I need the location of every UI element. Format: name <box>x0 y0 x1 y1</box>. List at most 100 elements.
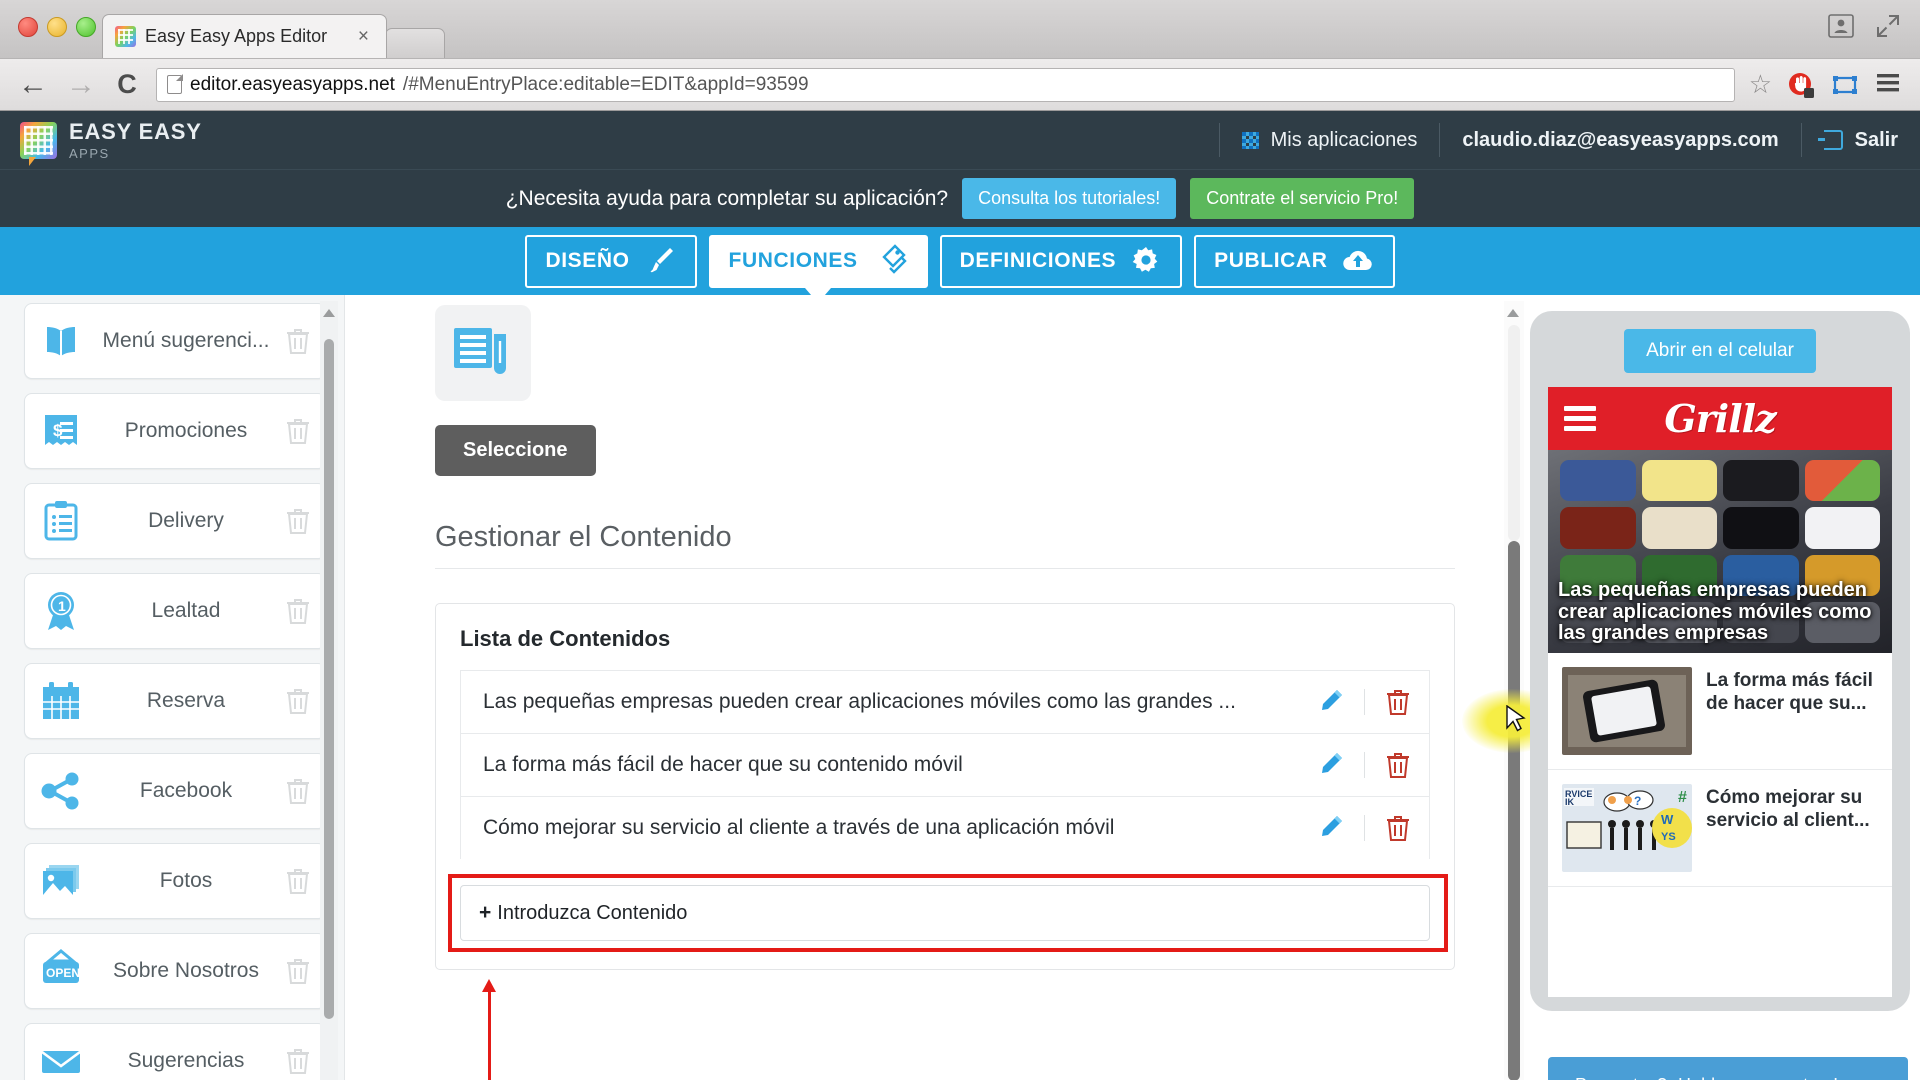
main-scroll-thumb[interactable] <box>1508 541 1520 1080</box>
easyeasy-logo-icon <box>20 121 57 166</box>
photos-icon <box>35 855 87 907</box>
back-button[interactable]: ← <box>16 69 50 100</box>
adblock-icon[interactable] <box>1786 70 1816 100</box>
tutorials-button[interactable]: Consulta los tutoriales! <box>962 178 1177 219</box>
delete-icon[interactable] <box>285 417 311 445</box>
tab-title: Easy Easy Apps Editor <box>145 26 328 46</box>
edit-icon[interactable] <box>1316 751 1344 779</box>
browser-tab[interactable]: Easy Easy Apps Editor × <box>102 14 387 58</box>
tab-funciones[interactable]: FUNCIONES <box>708 234 928 288</box>
sidebar-item-lealtad[interactable]: 1 Lealtad <box>24 573 326 649</box>
address-bar[interactable]: editor.easyeasyapps.net /#MenuEntryPlace:… <box>156 67 1735 102</box>
forward-button[interactable]: → <box>64 69 98 100</box>
sidebar-item-label: Fotos <box>159 869 213 892</box>
tab-publicar[interactable]: PUBLICAR <box>1194 234 1396 288</box>
main-tab-nav: DISEÑO FUNCIONES DEFINICIONES PUBLICAR <box>0 227 1920 295</box>
logo-subtitle: APPS <box>69 146 110 161</box>
brush-icon <box>644 245 676 277</box>
delete-icon[interactable] <box>285 507 311 535</box>
sidebar-item-fotos[interactable]: Fotos <box>24 843 326 919</box>
sidebar-item-label: Reserva <box>146 689 226 712</box>
sidebar-scrollbar[interactable] <box>320 301 338 1080</box>
my-applications-link[interactable]: Mis aplicaciones <box>1220 111 1440 169</box>
main-scrollbar[interactable] <box>1462 301 1530 1080</box>
window-controls[interactable] <box>1828 14 1902 38</box>
award-ribbon-icon: 1 <box>35 585 87 637</box>
ctfxc-tile-icon <box>1641 507 1717 549</box>
hero-article[interactable]: Las pequeñas empresas pueden crear aplic… <box>1548 450 1892 653</box>
tab-funciones-label: FUNCIONES <box>728 249 858 272</box>
delete-icon[interactable] <box>285 687 311 715</box>
tab-publicar-label: PUBLICAR <box>1214 249 1328 272</box>
sidebar-item-menu-sugerencias[interactable]: Menú sugerenci... <box>24 303 326 379</box>
sidebar-item-promociones[interactable]: $ Promociones <box>24 393 326 469</box>
edit-icon[interactable] <box>1316 688 1344 716</box>
sidebar-scroll-thumb[interactable] <box>324 339 334 1019</box>
bookmark-star-icon[interactable]: ☆ <box>1749 69 1772 100</box>
sidebar-item-sugerencias[interactable]: Sugerencias <box>24 1023 326 1080</box>
minimize-window-button[interactable] <box>47 17 67 37</box>
sidebar-item-label: Delivery <box>148 509 224 532</box>
sidebar-item-facebook[interactable]: Facebook <box>24 753 326 829</box>
delete-icon[interactable] <box>285 957 311 985</box>
logout-button[interactable]: Salir <box>1802 111 1920 169</box>
delete-icon[interactable] <box>285 327 311 355</box>
delete-icon[interactable] <box>285 597 311 625</box>
scroll-track[interactable] <box>1508 325 1520 541</box>
annotation-arrow <box>482 979 496 1080</box>
workspace: Menú sugerenci... $ Promociones Delivery <box>0 295 1920 1080</box>
tab-definiciones[interactable]: DEFINICIONES <box>939 234 1183 288</box>
flickit-tile-icon <box>1723 507 1799 549</box>
maximize-window-button[interactable] <box>76 17 96 37</box>
close-window-button[interactable] <box>18 17 38 37</box>
delete-icon[interactable] <box>1385 688 1411 716</box>
add-content-button[interactable]: + Introduzca Contenido <box>460 885 1430 941</box>
pro-service-button[interactable]: Contrate el servicio Pro! <box>1190 178 1415 219</box>
svg-text:W: W <box>1661 812 1674 827</box>
delete-icon[interactable] <box>1385 751 1411 779</box>
browser-menu-icon[interactable] <box>1874 70 1904 100</box>
sidebar-item-reserva[interactable]: Reserva <box>24 663 326 739</box>
browser-toolbar: ← → C editor.easyeasyapps.net /#MenuEntry… <box>0 58 1920 110</box>
scroll-up-icon[interactable] <box>323 309 335 317</box>
scroll-up-icon[interactable] <box>1507 309 1519 317</box>
list-item[interactable]: La forma más fácil de hacer que su... <box>1548 653 1892 770</box>
book-icon <box>35 315 87 367</box>
new-tab-button[interactable] <box>385 28 445 58</box>
add-content-label: Introduzca Contenido <box>497 901 688 924</box>
delete-icon[interactable] <box>285 867 311 895</box>
user-profile-icon[interactable] <box>1828 14 1854 38</box>
chat-widget[interactable]: ¿Preguntas? ¡Hable con nosotros! <box>1548 1057 1908 1080</box>
account-email[interactable]: claudio.diaz@easyeasyapps.com <box>1440 111 1800 169</box>
delete-icon[interactable] <box>285 777 311 805</box>
page-info-icon[interactable] <box>167 74 183 94</box>
window-traffic-lights[interactable] <box>18 17 96 37</box>
select-button[interactable]: Seleccione <box>435 425 596 476</box>
section-title: Gestionar el Contenido <box>435 521 1455 569</box>
app-logo[interactable]: EASY EASY APPS <box>0 119 1219 166</box>
screenshot-icon[interactable] <box>1830 70 1860 100</box>
divider <box>1364 815 1365 841</box>
content-title: Las pequeñas empresas pueden crear aplic… <box>483 690 1236 713</box>
sidebar-item-delivery[interactable]: Delivery <box>24 483 326 559</box>
sidebar-item-sobre-nosotros[interactable]: OPEN Sobre Nosotros <box>24 933 326 1009</box>
fullscreen-icon[interactable] <box>1876 14 1902 38</box>
table-row[interactable]: La forma más fácil de hacer que su conte… <box>460 733 1430 796</box>
news-title: Cómo mejorar su servicio al client... <box>1706 787 1870 832</box>
open-on-mobile-button[interactable]: Abrir en el celular <box>1624 329 1816 373</box>
mobile-preview-panel: Abrir en el celular Grillz Las pequeñas … <box>1530 295 1920 1080</box>
tab-diseno-label: DISEÑO <box>545 249 630 272</box>
reload-button[interactable]: C <box>112 69 142 100</box>
table-row[interactable]: Las pequeñas empresas pueden crear aplic… <box>460 670 1430 733</box>
mouse-cursor <box>1506 704 1528 740</box>
table-row[interactable]: Cómo mejorar su servicio al cliente a tr… <box>460 796 1430 859</box>
tab-diseno[interactable]: DISEÑO <box>524 234 697 288</box>
edit-icon[interactable] <box>1316 814 1344 842</box>
list-item[interactable]: RVICE IK? W YS # Cómo mejorar su servicio al… <box>1548 770 1892 887</box>
delete-icon[interactable] <box>285 1047 311 1075</box>
close-icon[interactable]: × <box>353 26 374 48</box>
svg-text:?: ? <box>1634 794 1641 808</box>
chat-label: ¿Preguntas? ¡Hable con nosotros! <box>1564 1075 1838 1080</box>
sidebar-item-label: Lealtad <box>151 599 221 622</box>
delete-icon[interactable] <box>1385 814 1411 842</box>
